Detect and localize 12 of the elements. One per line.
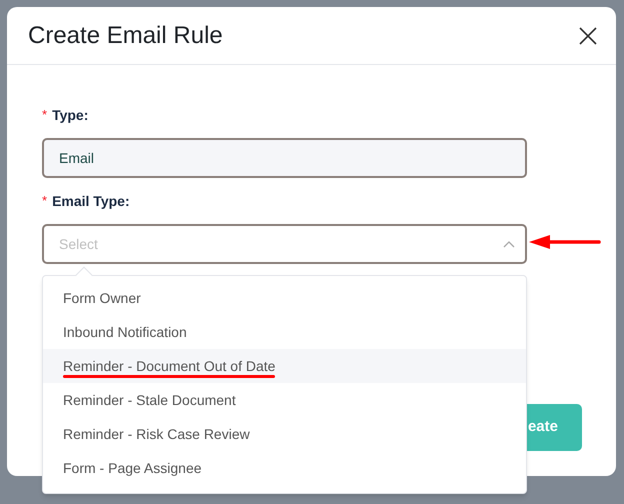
required-mark: * <box>42 106 48 124</box>
required-mark: * <box>42 192 48 210</box>
type-field[interactable]: Email <box>42 138 527 178</box>
field-label: Type: <box>52 106 88 125</box>
dropdown-option[interactable]: Reminder - Stale Document <box>43 383 526 417</box>
dropdown-option[interactable]: Inbound Notification <box>43 315 526 349</box>
field-label: Email Type: <box>52 192 130 211</box>
dropdown-option[interactable]: Form - Page Assignee <box>43 451 526 485</box>
dropdown-option[interactable]: Form Owner <box>43 281 526 315</box>
dropdown-option[interactable]: Reminder - Risk Case Review <box>43 417 526 451</box>
dropdown-option[interactable]: Reminder - Document Out of Date <box>43 349 526 383</box>
dialog-title: Create Email Rule <box>28 20 223 50</box>
